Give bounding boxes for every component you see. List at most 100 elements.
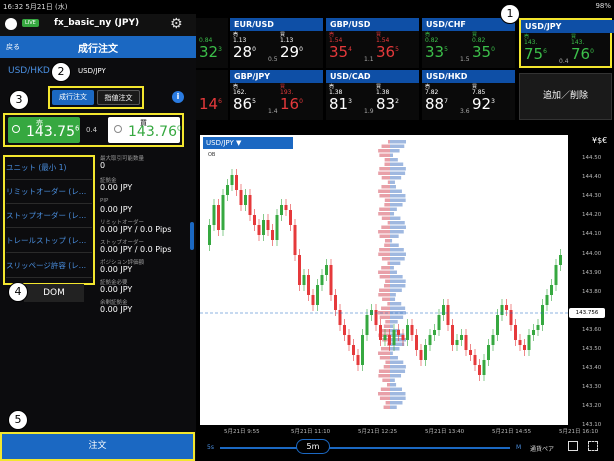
- orderbook-bar: [381, 257, 390, 261]
- page-title: 成行注文: [78, 44, 118, 55]
- gear-icon[interactable]: ⚙: [170, 16, 183, 32]
- stop-order-field[interactable]: ストップオーダー (レ…: [6, 204, 92, 228]
- candle: [244, 195, 247, 205]
- orderbook-bar: [379, 315, 390, 319]
- orderbook-bar: [390, 252, 406, 256]
- chart-pair-selector[interactable]: USD/JPY ▼: [203, 137, 293, 149]
- quote-tile-partial[interactable]: 146: [196, 70, 228, 120]
- currency-pair-button[interactable]: 通貨ペア: [530, 444, 554, 453]
- orderbook-bar: [378, 311, 390, 315]
- orderbook-bar: [378, 293, 390, 297]
- user-icon[interactable]: [5, 18, 17, 30]
- quote-tile[interactable]: USD/HKD 売買 7.82 7.85 887 923 3.6: [422, 70, 515, 120]
- quote-tile[interactable]: EUR/USD 売買 1.13 1.13 280 290 0.5: [230, 18, 323, 68]
- timeframe-min[interactable]: 5s: [207, 444, 214, 451]
- timeframe-slider[interactable]: [220, 447, 510, 449]
- currency-icon[interactable]: ¥$€: [592, 136, 607, 145]
- price-chart[interactable]: [200, 135, 568, 425]
- pair-link[interactable]: USD/HKD: [8, 66, 50, 76]
- orderbook-bar: [390, 230, 404, 234]
- candle: [446, 305, 450, 325]
- tab-market-order[interactable]: 成行注文: [52, 90, 94, 105]
- orderbook-bar: [390, 261, 401, 265]
- y-tick: 144.00: [582, 250, 602, 257]
- tile-buy-digits: 92: [472, 95, 492, 113]
- orderbook-bar: [390, 297, 396, 301]
- orderbook-bar: [386, 383, 390, 387]
- candle: [257, 225, 261, 235]
- orderbook-bar: [384, 243, 390, 247]
- candle: [523, 345, 526, 350]
- info-label: PIP: [100, 198, 109, 204]
- candlestick-chart: [200, 140, 568, 409]
- orderbook-bar: [390, 365, 406, 369]
- orderbook-bar: [390, 374, 402, 378]
- info-value: 0.00 JPY / 0.0 Pips: [100, 225, 172, 234]
- orderbook-bar: [390, 284, 406, 288]
- tile-sell-digits: 33: [425, 43, 445, 61]
- orderbook-bar: [390, 315, 404, 319]
- quote-tile[interactable]: USD/CHF 売買 0.82 0.82 335 350 1.5: [422, 18, 515, 68]
- marker-3: 3: [9, 90, 29, 110]
- tile-sell-big: 865: [233, 95, 256, 113]
- scrollbar[interactable]: [190, 222, 194, 250]
- orderbook-bar: [380, 387, 390, 391]
- tile-buy-sup: 2: [395, 98, 399, 105]
- submit-order-button[interactable]: 注文: [0, 432, 195, 461]
- candle: [401, 335, 405, 340]
- fullscreen-icon[interactable]: [588, 441, 598, 451]
- timeframe-max[interactable]: M: [516, 444, 521, 451]
- tile-buy-sup: 0: [590, 48, 594, 55]
- candle: [541, 305, 544, 325]
- orderbook-bar: [387, 180, 390, 184]
- quote-tile[interactable]: USD/CAD 売買 1.38 1.38 813 832 1.9: [326, 70, 419, 120]
- orderbook-bar: [390, 194, 406, 198]
- info-label: 最大取引可能数量: [100, 156, 145, 162]
- orderbook-bar: [384, 203, 390, 207]
- quote-tile-partial[interactable]: 0.84 323: [196, 18, 228, 68]
- account-name: fx_basic_ny (JPY): [54, 18, 140, 28]
- tile-sell-sup: 5: [444, 46, 448, 53]
- limit-order-field[interactable]: リミットオーダー (レ…: [6, 180, 92, 204]
- candle: [217, 205, 220, 230]
- y-tick: 143.90: [582, 269, 602, 276]
- add-remove-button[interactable]: 追加／削除: [519, 73, 612, 120]
- tile-sell-big: 280: [233, 43, 256, 61]
- buy-radio[interactable]: [114, 125, 122, 133]
- sell-price: 143.756: [26, 124, 79, 140]
- tab-limit-order[interactable]: 指値注文: [97, 90, 140, 105]
- sell-radio[interactable]: [12, 125, 20, 133]
- candle: [235, 175, 238, 190]
- timeframe-handle[interactable]: 5m: [296, 439, 330, 454]
- marker-1: 1: [500, 4, 520, 24]
- orderbook-bar: [379, 396, 390, 400]
- dom-button[interactable]: DOM: [24, 284, 84, 302]
- info-icon[interactable]: i: [172, 91, 184, 103]
- orderbook-bar: [390, 149, 400, 153]
- tile-spread: 1.4: [268, 108, 278, 115]
- quote-tile[interactable]: GBP/JPY 売買 162. 193. 865 160 1.4: [230, 70, 323, 120]
- trailing-stop-field[interactable]: トレールストップ (レ…: [6, 229, 92, 253]
- marker-4: 4: [8, 282, 28, 302]
- orderbook-bar: [390, 293, 396, 297]
- candle: [248, 195, 252, 215]
- units-field[interactable]: ユニット (最小 1): [6, 156, 92, 180]
- candle: [554, 265, 558, 285]
- info-value: 0.00 JPY: [100, 265, 133, 274]
- slippage-field[interactable]: スリッページ許容 (レ…: [6, 254, 92, 278]
- orderbook-bar: [384, 198, 390, 202]
- tile-buy-digits: 83: [376, 95, 396, 113]
- orderbook-bar: [381, 144, 390, 148]
- orderbook-bar: [385, 279, 390, 283]
- orderbook-bar: [390, 320, 398, 324]
- orderbook-bar: [390, 360, 404, 364]
- expand-icon[interactable]: [568, 441, 578, 451]
- tile-sell-big: 335: [425, 43, 448, 61]
- orderbook-bar: [381, 176, 390, 180]
- candle: [437, 315, 441, 330]
- orderbook-bar: [378, 392, 390, 396]
- quote-tile[interactable]: GBP/USD 売買 1.54 1.54 354 365 1.1: [326, 18, 419, 68]
- orderbook-bar: [390, 189, 402, 193]
- quote-tile[interactable]: USD/JPY 売買 143. 143. 756 760 0.4: [519, 18, 614, 68]
- orderbook-bar: [390, 257, 405, 261]
